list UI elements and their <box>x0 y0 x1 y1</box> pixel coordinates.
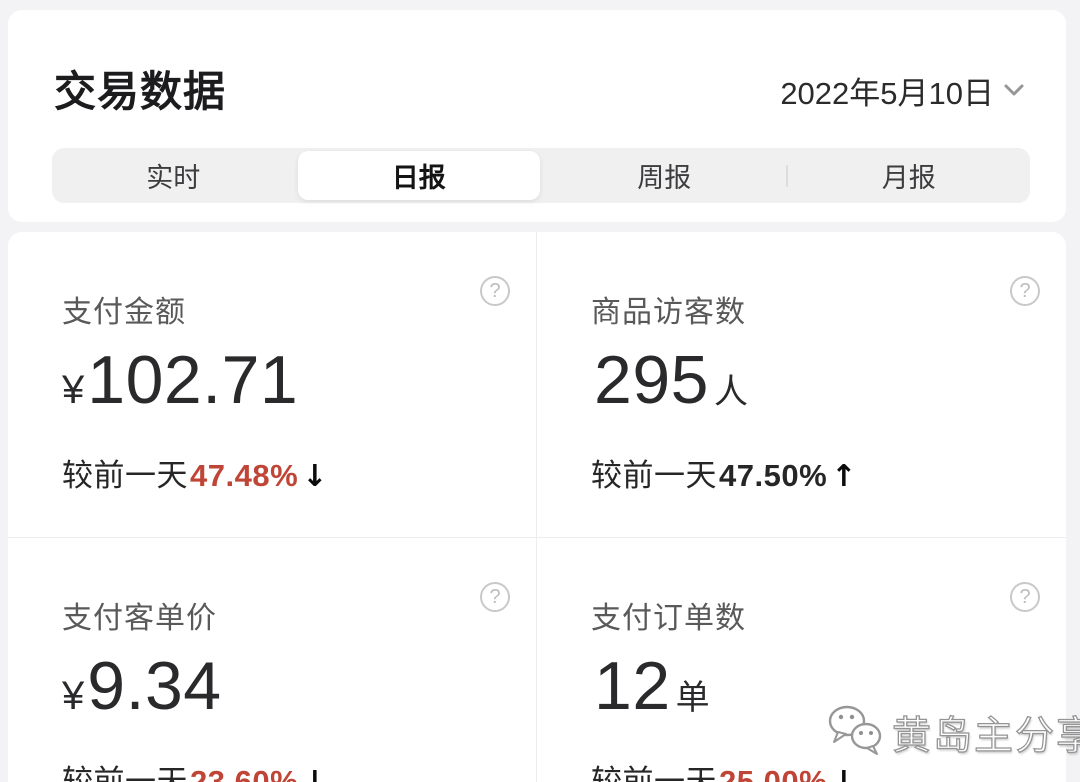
metric-label: 支付订单数 <box>591 602 746 635</box>
percent-value: 47.50% <box>719 458 828 493</box>
down-arrow-icon: ↓ <box>831 765 857 782</box>
metric-change: 较前一天 47.50% ↑ <box>591 450 1066 495</box>
metric-value: ¥ 102.71 <box>62 346 536 414</box>
down-arrow-icon: ↓ <box>302 765 328 782</box>
metric-change: 较前一天 25.00% ↓ <box>591 756 1066 782</box>
metric-value: ¥ 9.34 <box>62 652 536 720</box>
chevron-down-icon <box>1004 84 1024 102</box>
tab-realtime[interactable]: 实时 <box>52 148 295 203</box>
metric-change: 较前一天 47.48% ↓ <box>62 450 536 495</box>
metric-number: 295 <box>594 342 709 418</box>
compare-label: 较前一天 <box>62 458 188 493</box>
help-icon[interactable]: ? <box>1010 582 1040 612</box>
help-icon[interactable]: ? <box>1010 276 1040 306</box>
metric-value: 12 单 <box>591 652 1066 720</box>
card-payment-amount: ? 支付金额 ¥ 102.71 较前一天 47.48% ↓ <box>8 232 537 538</box>
metric-label: 支付金额 <box>62 296 186 329</box>
tab-monthly[interactable]: 月报 <box>788 148 1031 203</box>
card-payment-orders: ? 支付订单数 12 单 较前一天 25.00% ↓ <box>537 538 1066 782</box>
metric-label: 支付客单价 <box>62 602 217 635</box>
percent-value: 23.60% <box>190 764 299 782</box>
metric-change: 较前一天 23.60% ↓ <box>62 756 536 782</box>
up-arrow-icon: ↑ <box>831 459 857 494</box>
percent-value: 47.48% <box>190 458 299 493</box>
header-panel: 交易数据 2022年5月10日 实时 日报 周报 月报 <box>8 10 1066 222</box>
currency-symbol: ¥ <box>62 674 85 718</box>
card-payment-per-customer: ? 支付客单价 ¥ 9.34 较前一天 23.60% ↓ <box>8 538 537 782</box>
unit-suffix: 单 <box>675 679 710 717</box>
down-arrow-icon: ↓ <box>302 459 328 494</box>
metric-number: 102.71 <box>87 342 299 418</box>
page-title: 交易数据 <box>54 68 227 115</box>
tab-weekly[interactable]: 周报 <box>543 148 786 203</box>
report-period-tabs: 实时 日报 周报 月报 <box>52 148 1030 203</box>
compare-label: 较前一天 <box>591 764 717 782</box>
help-icon[interactable]: ? <box>480 582 510 612</box>
currency-symbol: ¥ <box>62 368 85 412</box>
compare-label: 较前一天 <box>62 764 188 782</box>
tab-daily[interactable]: 日报 <box>297 151 540 200</box>
metric-number: 12 <box>594 648 671 724</box>
date-picker[interactable]: 2022年5月10日 <box>780 68 1024 113</box>
metrics-grid: ? 支付金额 ¥ 102.71 较前一天 47.48% ↓ ? 商品访客数 29… <box>8 232 1066 782</box>
compare-label: 较前一天 <box>591 458 717 493</box>
card-product-visitors: ? 商品访客数 295 人 较前一天 47.50% ↑ <box>537 232 1066 538</box>
date-label: 2022年5月10日 <box>780 76 994 111</box>
metric-label: 商品访客数 <box>591 296 746 329</box>
metric-number: 9.34 <box>87 648 222 724</box>
unit-suffix: 人 <box>713 373 748 411</box>
metric-value: 295 人 <box>591 346 1066 414</box>
percent-value: 25.00% <box>719 764 828 782</box>
help-icon[interactable]: ? <box>480 276 510 306</box>
